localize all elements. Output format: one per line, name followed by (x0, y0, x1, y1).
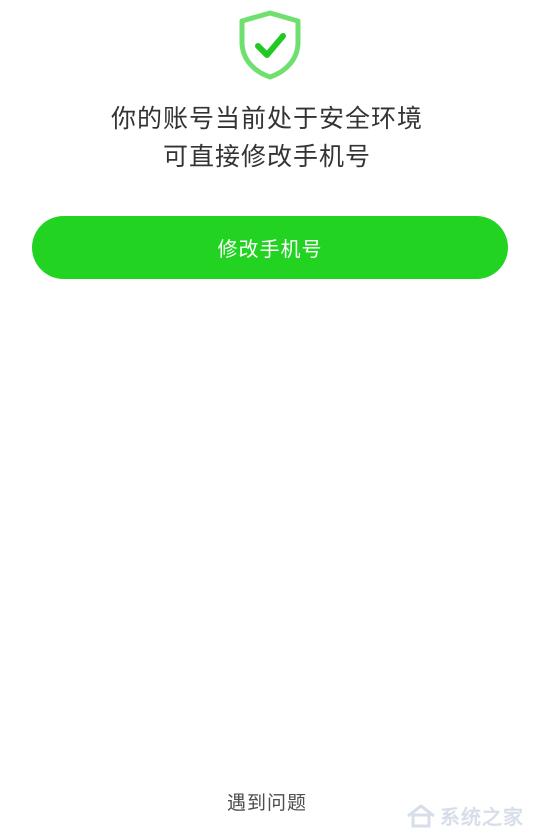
security-status-message: 你的账号当前处于安全环境 可直接修改手机号 (0, 100, 534, 176)
watermark: 系统之家 (406, 801, 524, 830)
status-line-2: 可直接修改手机号 (162, 142, 371, 171)
shield-check-icon (239, 10, 301, 80)
change-phone-button[interactable]: 修改手机号 (32, 216, 508, 279)
status-line-1: 你的账号当前处于安全环境 (110, 104, 423, 133)
house-logo-icon (407, 804, 435, 827)
watermark-text: 系统之家 (440, 805, 524, 829)
